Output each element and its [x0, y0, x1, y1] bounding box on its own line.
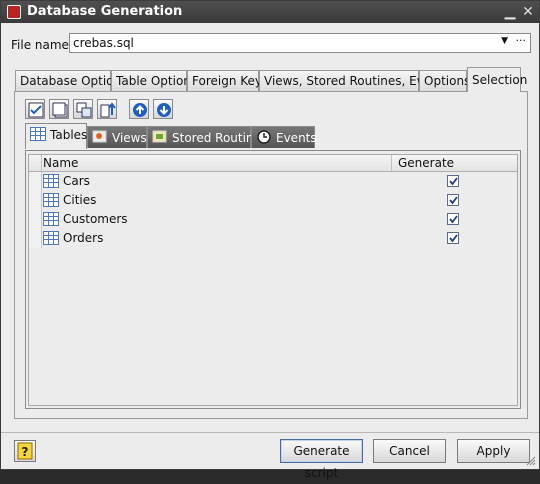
file-name-input[interactable]: crebas.sql ▼ ··· — [69, 33, 531, 53]
checkmark-icon — [449, 196, 458, 205]
svg-text:?: ? — [22, 445, 29, 459]
clock-icon — [257, 130, 271, 144]
table-row[interactable]: Cities — [29, 191, 517, 210]
subtab-stored-routine[interactable]: Stored Routine — [147, 126, 261, 148]
subtab-label: Stored Routine — [172, 131, 261, 145]
move-up-button[interactable] — [129, 99, 149, 119]
close-icon[interactable]: ✕ — [519, 3, 537, 21]
row-indicator-header — [29, 155, 42, 171]
footer-separator — [1, 432, 539, 433]
column-header-generate[interactable]: Generate — [391, 155, 454, 171]
invert-selection-icon — [76, 102, 92, 118]
generate-script-button[interactable]: Generate script — [280, 439, 363, 480]
tab-foreign-keys[interactable]: Foreign Keys — [187, 70, 268, 91]
checkmark-icon — [449, 177, 458, 186]
tables-grid: Name Generate Cars Cities Customers Orde… — [25, 150, 521, 409]
table-row[interactable]: Customers — [29, 210, 517, 229]
table-row[interactable]: Cars — [29, 172, 517, 191]
subtab-label: Tables — [50, 128, 88, 142]
generate-checkbox[interactable] — [447, 213, 459, 225]
deselect-all-icon — [52, 102, 68, 118]
cancel-button[interactable]: Cancel — [373, 439, 446, 463]
tab-views-routines-events[interactable]: Views, Stored Routines, Events — [259, 70, 450, 91]
subtab-label: Events — [276, 131, 317, 145]
table-name: Cars — [63, 174, 90, 188]
selection-options-button[interactable] — [97, 99, 117, 119]
tables-grid-body: Name Generate Cars Cities Customers Orde… — [28, 154, 518, 406]
subtab-views[interactable]: Views — [87, 126, 147, 148]
row-indicator[interactable] — [29, 191, 42, 210]
minimize-icon[interactable]: ▁ — [501, 3, 519, 21]
tab-selection[interactable]: Selection — [467, 67, 527, 92]
table-icon — [30, 127, 46, 141]
checkmark-icon — [449, 234, 458, 243]
browse-ellipsis-icon[interactable]: ··· — [516, 34, 527, 47]
table-icon — [43, 231, 59, 245]
chevron-down-icon[interactable]: ▼ — [501, 36, 508, 46]
tab-label: Table Options — [116, 74, 198, 88]
move-up-icon — [133, 103, 147, 117]
app-icon — [7, 5, 21, 19]
tab-options[interactable]: Options — [419, 70, 471, 91]
invert-selection-button[interactable] — [73, 99, 93, 119]
generate-checkbox[interactable] — [447, 175, 459, 187]
routine-icon — [152, 130, 167, 143]
select-all-icon — [28, 102, 44, 118]
view-icon — [92, 130, 107, 143]
resize-grip-icon[interactable] — [526, 456, 536, 466]
tab-label: Selection — [472, 73, 528, 87]
row-indicator[interactable] — [29, 210, 42, 229]
title-bar: Database Generation ▁ ✕ — [1, 1, 539, 23]
help-icon: ? — [17, 442, 33, 460]
subtab-label: Views — [112, 131, 147, 145]
subtab-events[interactable]: Events — [251, 126, 317, 148]
help-button[interactable]: ? — [14, 440, 36, 462]
selection-panel: Tables Views Stored Routine Events Name … — [14, 91, 528, 419]
table-name: Cities — [63, 193, 97, 207]
cancel-label: Cancel — [389, 444, 430, 458]
table-row[interactable]: Orders — [29, 229, 517, 248]
selection-options-icon — [100, 102, 116, 118]
move-down-icon — [157, 103, 171, 117]
tab-table-options[interactable]: Table Options — [111, 70, 197, 91]
window-title: Database Generation — [27, 4, 183, 19]
database-generation-dialog: Database Generation ▁ ✕ File name crebas… — [0, 0, 540, 480]
generate-checkbox[interactable] — [447, 194, 459, 206]
table-name: Orders — [63, 231, 104, 245]
table-icon — [43, 193, 59, 207]
row-indicator[interactable] — [29, 172, 42, 191]
apply-label: Apply — [476, 444, 511, 458]
generate-checkbox[interactable] — [447, 232, 459, 244]
tab-database-options[interactable]: Database Options — [15, 70, 127, 91]
table-icon — [43, 174, 59, 188]
row-indicator[interactable] — [29, 229, 42, 248]
select-all-button[interactable] — [25, 99, 45, 119]
deselect-all-button[interactable] — [49, 99, 69, 119]
file-name-value[interactable]: crebas.sql — [73, 36, 134, 50]
grid-header: Name Generate — [29, 155, 517, 172]
move-down-button[interactable] — [153, 99, 173, 119]
file-name-label: File name — [11, 38, 69, 52]
generate-script-label: Generate script — [293, 444, 350, 480]
table-icon — [43, 212, 59, 226]
checkmark-icon — [449, 215, 458, 224]
subtab-tables[interactable]: Tables — [25, 123, 87, 149]
tab-label: Options — [424, 74, 471, 88]
column-header-name[interactable]: Name — [43, 156, 78, 170]
tab-label: Foreign Keys — [192, 74, 269, 88]
table-name: Customers — [63, 212, 128, 226]
apply-button[interactable]: Apply — [457, 439, 530, 463]
